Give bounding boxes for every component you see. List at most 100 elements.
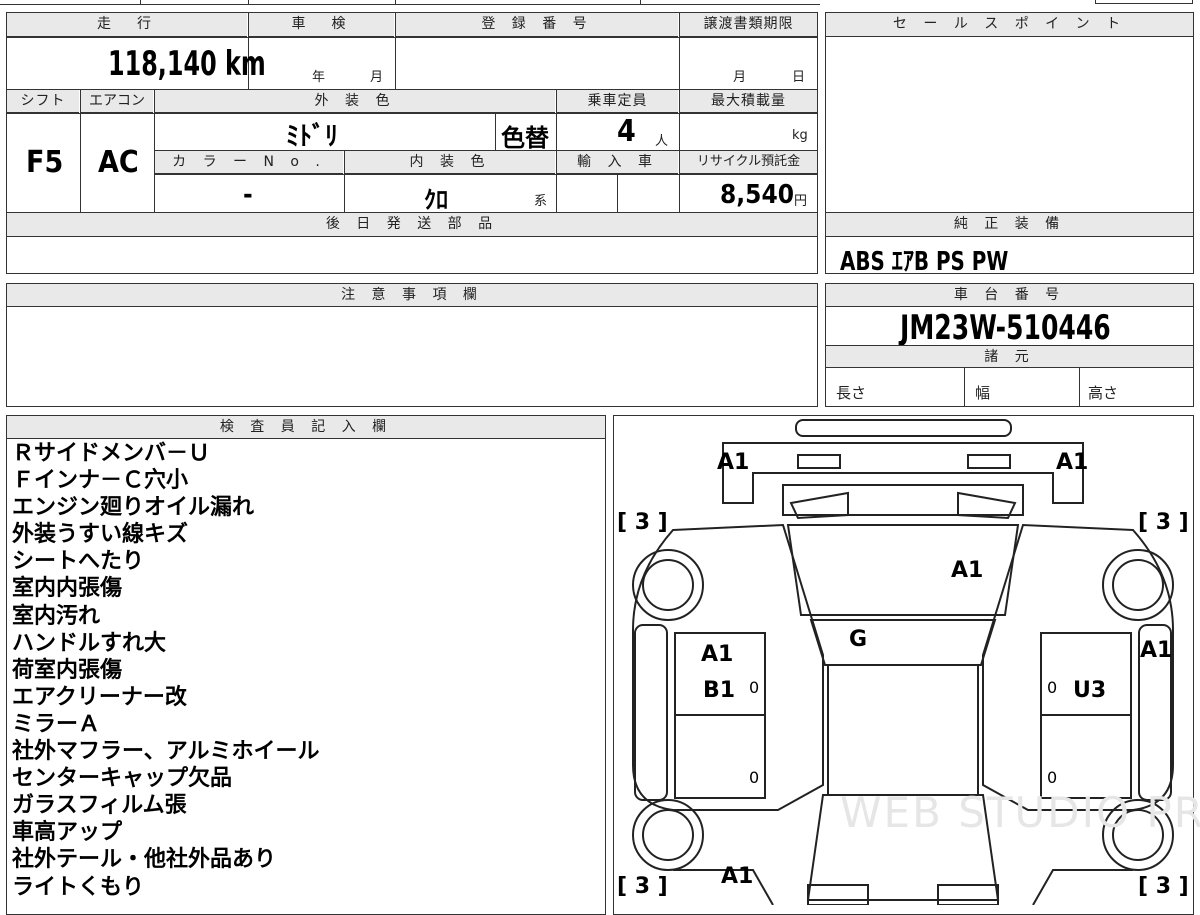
pillar-mark: 0	[1047, 768, 1058, 787]
damage-windshield: G	[849, 627, 868, 652]
front-bumper-shape	[795, 419, 1012, 437]
damage-hood: A1	[951, 558, 984, 583]
sale-points-label: セ ー ル ス ポ イ ン ト	[826, 13, 1193, 37]
grid-line	[6, 37, 818, 38]
remarks-list: Ｒサイドメンバ－Ｕ Ｆインナ－Ｃ穴小 エンジン廻りオイル漏れ 外装うすい線キズ …	[12, 440, 602, 901]
pillar-mark: 0	[1047, 678, 1058, 697]
chassis-no-label: 車 台 番 号	[826, 284, 1193, 307]
color-no-label: カ ラ ー N o .	[155, 151, 343, 174]
damage-right-fender: A1	[1140, 638, 1173, 663]
registration-label: 登 録 番 号	[396, 13, 678, 37]
year-unit: 年	[312, 70, 326, 85]
grid-line	[6, 113, 818, 114]
remark-item: 社外マフラー、アルミホイール	[12, 739, 320, 765]
remark-item: 室内内張傷	[12, 576, 123, 602]
remark-item: 外装うすい線キズ	[12, 522, 189, 548]
tire-rr: [ 3 ]	[1138, 874, 1189, 899]
recycle-fee-value: 8,540	[720, 180, 794, 210]
grid-line	[395, 12, 396, 89]
roof-shape	[827, 664, 979, 796]
damage-right-door: U3	[1073, 678, 1107, 703]
deadline-day-unit: 日	[792, 70, 806, 85]
tire-fr: [ 3 ]	[1138, 510, 1189, 535]
later-parts-label: 後 日 発 送 部 品	[7, 213, 817, 237]
front-panel-shape	[722, 442, 1084, 504]
deadline-month-unit: 月	[733, 70, 747, 85]
top-strip-divider	[395, 0, 396, 4]
headlight-right-shape	[967, 454, 1011, 469]
tire-fl: [ 3 ]	[617, 510, 668, 535]
grid-line	[495, 113, 496, 150]
color-change-label: 色替	[501, 124, 549, 152]
mileage-value: 118,140 km	[108, 44, 266, 84]
remark-item: エアクリーナー改	[12, 684, 187, 710]
shift-label: シフト	[7, 90, 79, 113]
grid-line	[80, 89, 81, 212]
genuine-equipment-label: 純 正 装 備	[826, 213, 1193, 237]
month-unit: 月	[370, 70, 384, 85]
max-load-label: 最大積載量	[680, 90, 817, 113]
remark-item: 荷室内張傷	[12, 657, 123, 683]
watermark: WEB STUDIO PRO	[840, 788, 1200, 837]
left-sill-shape	[634, 624, 668, 801]
pillar-mark: 0	[749, 768, 760, 787]
remark-item: ミラーＡ	[12, 711, 101, 737]
chassis-no-value: JM23W-510446	[900, 308, 1111, 348]
remark-item: ガラスフィルム張	[12, 793, 187, 819]
damage-left-door-b: B1	[703, 678, 736, 703]
yen-unit: 円	[794, 194, 808, 209]
grille-shape	[782, 484, 1024, 516]
specs-label: 諸 元	[826, 346, 1193, 368]
genuine-equipment-value: ABS ｴｱB PS PW	[840, 247, 1009, 277]
height-label: 高さ	[1088, 384, 1119, 402]
taillight-right-shape	[937, 884, 999, 905]
pillar-mark: 0	[749, 678, 760, 697]
damage-left-door-a: A1	[701, 642, 734, 667]
remark-item: 車高アップ	[12, 820, 123, 846]
aircon-label: エアコン	[81, 90, 153, 113]
width-label: 幅	[975, 384, 991, 402]
color-no-value: -	[243, 180, 253, 210]
remark-item: ハンドルすれ大	[12, 630, 167, 656]
remark-item: Ｒサイドメンバ－Ｕ	[12, 441, 211, 466]
import-car-label: 輸 入 車	[557, 151, 678, 174]
grid-line	[964, 368, 965, 407]
exterior-color-value: ﾐﾄﾞﾘ	[286, 122, 339, 152]
remark-item: Ｆインナ－Ｃ穴小	[12, 468, 189, 494]
caution-label: 注 意 事 項 欄	[7, 284, 817, 307]
top-right-stub	[1095, 0, 1193, 4]
transfer-deadline-label: 譲渡書類期限	[680, 13, 817, 37]
length-label: 長さ	[836, 384, 867, 402]
top-strip-divider	[140, 0, 141, 4]
recycle-fee-label: リサイクル預託金	[680, 151, 817, 174]
capacity-label: 乗車定員	[557, 90, 678, 113]
grid-line	[154, 174, 818, 175]
interior-color-label: 内 装 色	[345, 151, 555, 174]
capacity-value: 4	[617, 114, 636, 149]
wheel-fl-inner-shape	[642, 559, 694, 611]
wheel-fr-inner-shape	[1112, 559, 1164, 611]
damage-front-right: A1	[1056, 450, 1089, 475]
damage-front-left: A1	[717, 450, 750, 475]
grid-line	[344, 150, 345, 212]
tire-rl: [ 3 ]	[617, 874, 668, 899]
mileage-label: 走 行	[7, 13, 247, 37]
person-unit: 人	[655, 134, 669, 149]
remark-item: エンジン廻りオイル漏れ	[12, 495, 255, 521]
series-unit: 系	[534, 194, 548, 209]
windshield-shape	[809, 619, 997, 666]
top-strip-divider	[248, 0, 249, 4]
wheel-rl-inner-shape	[642, 809, 694, 861]
grid-line	[679, 12, 680, 89]
shift-value: F5	[26, 145, 64, 180]
interior-color-value: ｸﾛ	[424, 186, 448, 214]
aircon-value: AC	[98, 145, 139, 180]
grid-line	[1079, 368, 1080, 407]
taillight-left-shape	[807, 884, 869, 905]
remark-item: 社外テール・他社外品あり	[12, 847, 277, 873]
headlight-left-shape	[797, 454, 841, 469]
hood-shape	[786, 524, 1020, 616]
remark-item: 室内汚れ	[12, 603, 101, 629]
remark-item: センターキャップ欠品	[12, 766, 233, 792]
grid-line	[617, 174, 618, 212]
